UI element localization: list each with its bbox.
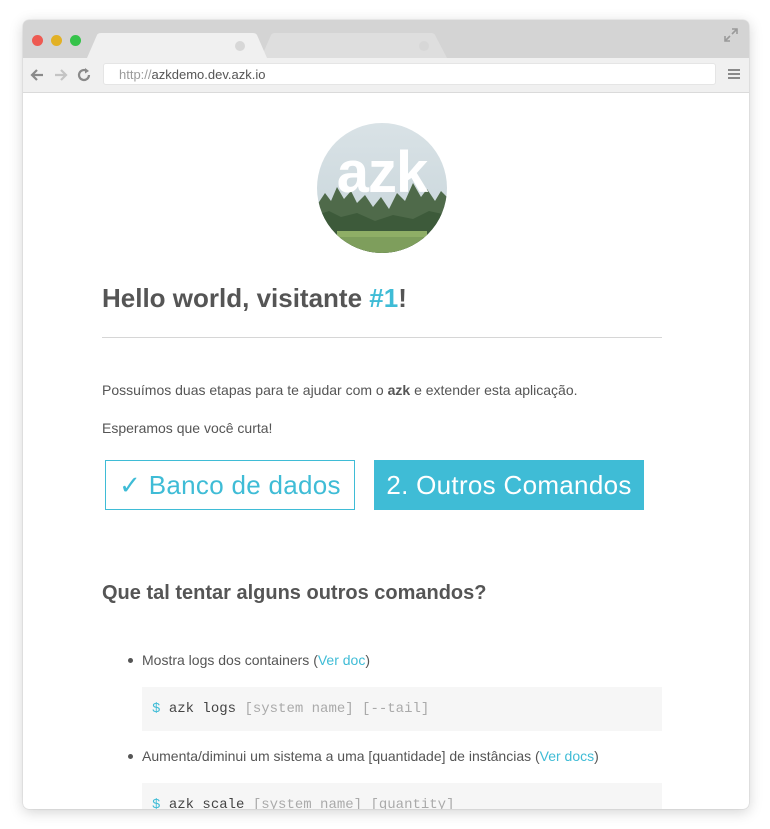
forward-icon[interactable]	[53, 67, 69, 83]
browser-tab-inactive[interactable]	[261, 33, 447, 58]
ver-docs-link[interactable]: Ver docs	[540, 748, 594, 764]
close-window-button[interactable]	[32, 35, 43, 46]
reload-icon[interactable]	[76, 67, 92, 83]
menu-icon[interactable]	[728, 68, 740, 80]
heading-suffix: !	[398, 283, 407, 313]
step-database-button[interactable]: ✓ Banco de dados	[105, 460, 355, 510]
code-command: azk logs	[168, 701, 237, 717]
intro-bold: azk	[387, 382, 411, 398]
intro-before: Possuímos duas etapas para te ajudar com…	[102, 382, 388, 398]
intro-after: e extender esta aplicação.	[410, 382, 578, 398]
code-block: $ azk logs [system name] [--tail]	[142, 687, 662, 731]
tab-close-icon[interactable]	[419, 41, 429, 51]
browser-toolbar: http://azkdemo.dev.azk.io	[23, 58, 749, 93]
browser-window: http://azkdemo.dev.azk.io azk Hello worl…	[23, 20, 749, 809]
browser-tab-active[interactable]	[87, 33, 267, 58]
azk-logo-text: azk	[336, 140, 429, 205]
visitor-count: #1	[369, 283, 399, 313]
commands-section-title: Que tal tentar alguns outros comandos?	[102, 582, 487, 604]
code-block: $ azk scale [system name] [quantity]	[142, 783, 662, 809]
code-command: azk scale	[168, 797, 245, 809]
step-other-commands-button[interactable]: 2. Outros Comandos	[374, 460, 644, 510]
intro-text: Possuímos duas etapas para te ajudar com…	[102, 382, 578, 398]
list-item: Aumenta/diminui um sistema a uma [quanti…	[142, 748, 599, 764]
list-item: Mostra logs dos containers (Ver doc)	[142, 652, 370, 668]
address-bar[interactable]: http://azkdemo.dev.azk.io	[103, 63, 716, 85]
url-host: azkdemo.dev.azk.io	[151, 67, 266, 82]
page-content: azk Hello world, visitante #1! Possuímos…	[23, 92, 749, 809]
list-bullet	[128, 658, 133, 663]
ver-doc-link[interactable]: Ver doc	[318, 652, 365, 668]
list-item-text: Aumenta/diminui um sistema a uma [quanti…	[142, 748, 540, 764]
azk-logo-avatar: azk	[317, 123, 447, 253]
url-protocol: http://	[119, 67, 152, 82]
list-item-text: Mostra logs dos containers (	[142, 652, 318, 668]
code-args: [system name] [--tail]	[244, 701, 430, 717]
tab-close-icon[interactable]	[235, 41, 245, 51]
list-bullet	[128, 754, 133, 759]
code-prompt: $	[152, 701, 161, 717]
expand-icon[interactable]	[723, 27, 739, 43]
browser-titlebar	[23, 20, 749, 58]
list-item-text-after: )	[594, 748, 599, 764]
code-args: [system name] [quantity]	[252, 797, 455, 809]
heading-prefix: Hello world, visitante	[102, 283, 370, 313]
minimize-window-button[interactable]	[51, 35, 62, 46]
divider	[102, 337, 662, 338]
list-item-text-after: )	[365, 652, 371, 668]
maximize-window-button[interactable]	[70, 35, 81, 46]
back-icon[interactable]	[29, 67, 45, 83]
page-title: Hello world, visitante #1!	[102, 283, 407, 314]
code-prompt: $	[152, 797, 161, 809]
intro-second-text: Esperamos que você curta!	[102, 420, 273, 436]
